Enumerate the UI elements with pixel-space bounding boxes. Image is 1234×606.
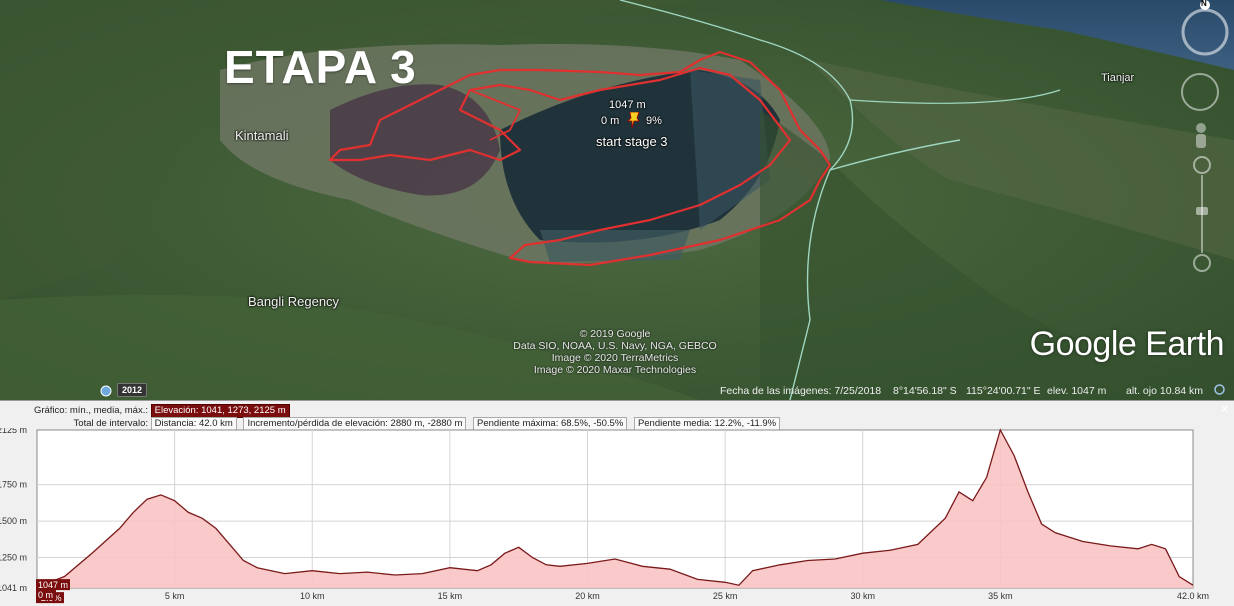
elevation-stats: Elevación: 1041, 1273, 2125 m: [150, 404, 290, 418]
place-label-kintamani: Kintamali: [235, 128, 289, 143]
streaming-indicator-icon: [1214, 384, 1225, 395]
x-tick-label: 42.0 km: [1177, 591, 1209, 601]
y-tick-label: 1750 m: [0, 480, 27, 490]
map-view[interactable]: ETAPA 3 Kintamali Tianjar Bangli Regency…: [0, 0, 1234, 400]
imagery-date: Fecha de las imágenes: 7/25/2018: [720, 385, 882, 397]
x-tick-label: 5 km: [165, 591, 185, 601]
google-earth-logo: Google Earth: [1029, 325, 1225, 363]
elevation-readout: elev. 1047 m: [1047, 385, 1107, 397]
cursor-distance-box-text: 0 m: [38, 590, 53, 600]
eye-altitude: alt. ojo 10.84 km: [1126, 385, 1204, 397]
place-label-bangli: Bangli Regency: [248, 294, 340, 309]
marker-distance: 0 m: [601, 115, 620, 127]
place-label-tianjar: Tianjar: [1101, 72, 1135, 84]
x-tick-label: 35 km: [988, 591, 1013, 601]
latitude: 8°14'56.18" S: [893, 385, 957, 397]
credit-line: Image © 2020 TerraMetrics: [551, 352, 679, 364]
credit-line: Image © 2020 Maxar Technologies: [533, 364, 697, 376]
y-tick-label: 1500 m: [0, 516, 27, 526]
y-tick-label: 2125 m: [0, 428, 27, 435]
marker-elevation: 1047 m: [609, 99, 646, 111]
compass-control[interactable]: N: [1180, 0, 1230, 60]
x-tick-label: 25 km: [713, 591, 738, 601]
x-tick-label: 30 km: [850, 591, 875, 601]
pushpin-icon[interactable]: [627, 111, 640, 129]
graph-stats-label: Gráfico: mín., media, máx.:: [33, 405, 148, 416]
close-profile-button[interactable]: ×: [1221, 402, 1228, 416]
status-bar: Fecha de las imágenes: 7/25/2018 8°14'56…: [0, 380, 1234, 400]
credit-line: © 2019 Google: [579, 328, 651, 340]
y-tick-label: 1250 m: [0, 553, 27, 563]
x-tick-label: 15 km: [438, 591, 463, 601]
x-tick-label: 10 km: [300, 591, 325, 601]
longitude: 115°24'00.71" E: [966, 385, 1041, 397]
summary-row: Gráfico: mín., media, máx.: Elevación: 1…: [0, 404, 294, 418]
credit-line: Data SIO, NOAA, U.S. Navy, NGA, GEBCO: [513, 340, 717, 352]
marker-percent: 9%: [646, 115, 662, 127]
x-tick-label: 20 km: [575, 591, 600, 601]
cursor-elevation-box-text: 1047 m: [38, 580, 68, 590]
marker-label: start stage 3: [596, 134, 668, 149]
elevation-chart[interactable]: 2125 m 1750 m 1500 m 1250 m 1041 m 5 km 10 km 1…: [0, 428, 1234, 605]
street-view-icon[interactable]: [1186, 120, 1216, 150]
zoom-slider[interactable]: [1190, 155, 1214, 275]
y-tick-label: 1041 m: [0, 583, 27, 593]
imagery-credits: © 2019 Google Data SIO, NOAA, U.S. Navy,…: [500, 328, 730, 376]
look-control[interactable]: [1180, 72, 1220, 112]
stage-title: ETAPA 3: [224, 41, 417, 93]
compass-north-label: N: [1201, 0, 1207, 8]
